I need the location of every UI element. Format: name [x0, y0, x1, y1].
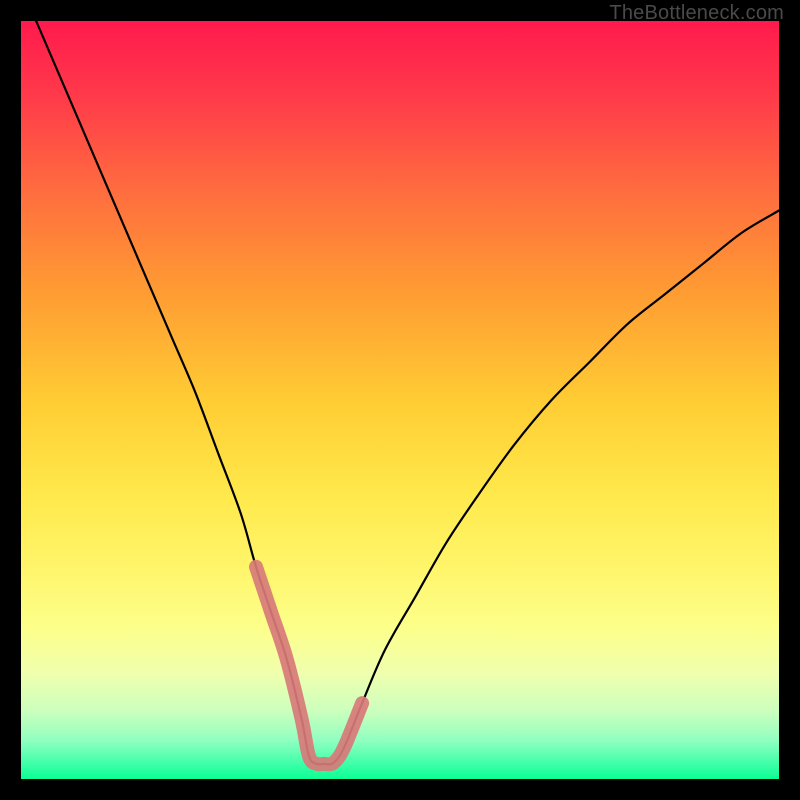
- highlight-segment: [256, 567, 362, 765]
- bottleneck-chart: [21, 21, 779, 779]
- bottleneck-curve: [36, 21, 779, 764]
